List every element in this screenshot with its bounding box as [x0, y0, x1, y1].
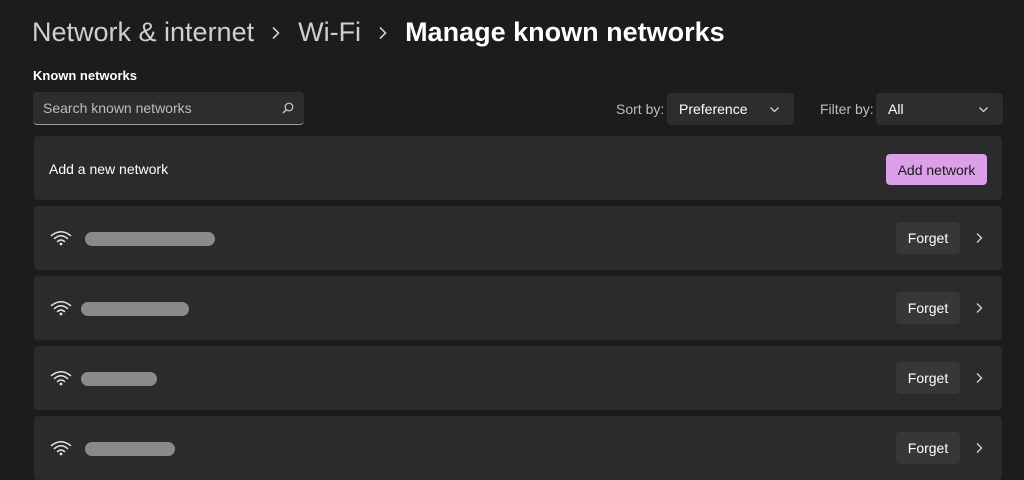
chevron-right-icon[interactable] [973, 442, 985, 454]
add-network-card: Add a new network Add network [34, 136, 1002, 200]
network-row[interactable]: Forget [34, 346, 1002, 410]
breadcrumb-wifi[interactable]: Wi-Fi [298, 17, 361, 48]
sort-dropdown[interactable]: Preference [667, 93, 794, 125]
manage-known-networks-page: Network & internet Wi-Fi Manage known ne… [0, 0, 1024, 480]
chevron-down-icon [770, 106, 779, 112]
chevron-down-icon [979, 106, 988, 112]
breadcrumb: Network & internet Wi-Fi Manage known ne… [32, 14, 725, 50]
forget-button[interactable]: Forget [896, 362, 960, 394]
network-row[interactable]: Forget [34, 276, 1002, 340]
forget-button[interactable]: Forget [896, 222, 960, 254]
filter-by-label: Filter by: [820, 101, 874, 117]
filter-dropdown[interactable]: All [876, 93, 1003, 125]
wifi-icon [50, 441, 72, 456]
chevron-right-icon[interactable] [973, 302, 985, 314]
search-box[interactable] [33, 92, 304, 125]
network-row[interactable]: Forget [34, 416, 1002, 480]
filter-value: All [888, 101, 904, 117]
redacted-network-name [85, 232, 215, 246]
chevron-right-icon [361, 17, 405, 48]
chevron-right-icon[interactable] [973, 232, 985, 244]
known-networks-label: Known networks [33, 68, 138, 83]
wifi-icon [50, 301, 72, 316]
sort-by-label: Sort by: [616, 101, 665, 117]
search-input[interactable] [43, 100, 263, 116]
search-icon [282, 102, 294, 114]
wifi-icon [50, 231, 72, 246]
add-network-text: Add a new network [49, 161, 169, 177]
chevron-right-icon [254, 17, 298, 48]
wifi-icon [50, 371, 72, 386]
page-title: Manage known networks [405, 16, 725, 47]
chevron-right-icon[interactable] [973, 372, 985, 384]
network-row[interactable]: Forget [34, 206, 1002, 270]
redacted-network-name [81, 372, 157, 386]
forget-button[interactable]: Forget [896, 292, 960, 324]
redacted-network-name [81, 302, 189, 316]
forget-button[interactable]: Forget [896, 432, 960, 464]
add-network-button[interactable]: Add network [886, 154, 987, 185]
sort-value: Preference [679, 101, 748, 117]
redacted-network-name [85, 442, 175, 456]
breadcrumb-network-internet[interactable]: Network & internet [32, 17, 254, 48]
